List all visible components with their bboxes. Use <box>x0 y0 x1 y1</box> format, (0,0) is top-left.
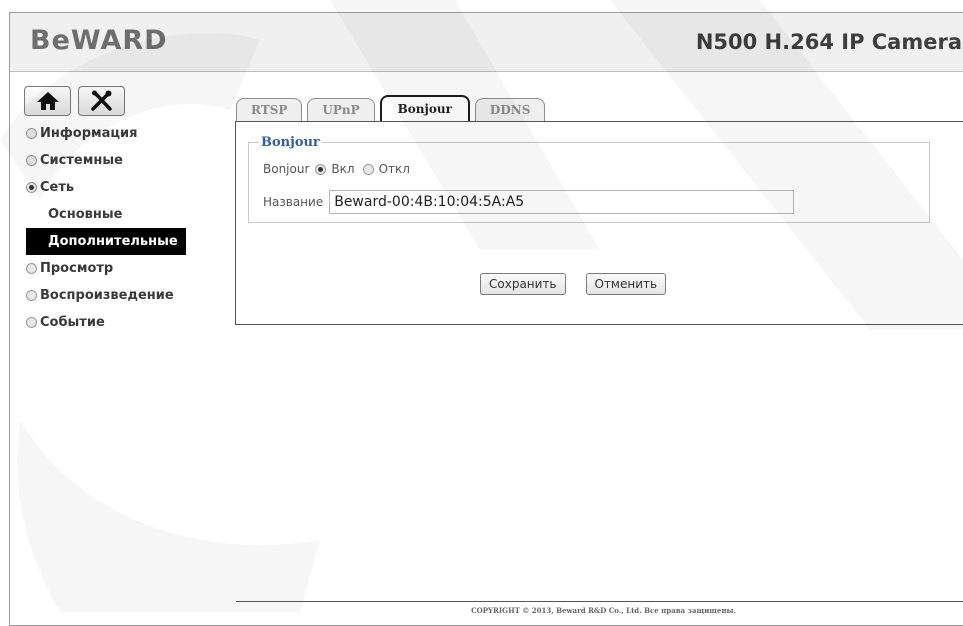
sidebar-item-info[interactable]: Информация <box>26 120 186 147</box>
sidebar-top-buttons <box>24 86 125 116</box>
radio-selected-icon[interactable] <box>315 163 327 175</box>
settings-button[interactable] <box>78 86 125 116</box>
save-button[interactable]: Сохранить <box>480 273 566 295</box>
sidebar-menu: Информация Системные Сеть Основные Допол… <box>26 120 186 336</box>
beward-logo: BeWARD <box>30 25 168 56</box>
bonjour-group: Bonjour Bonjour Вкл Откл Название <box>248 135 930 223</box>
sidebar-item-label: Просмотр <box>40 261 114 276</box>
option-off-label: Откл <box>378 162 410 176</box>
radio-icon[interactable] <box>362 163 374 175</box>
sidebar-subitem-basic[interactable]: Основные <box>26 201 186 228</box>
action-buttons: Сохранить Отменить <box>480 273 667 295</box>
radio-icon <box>26 317 37 328</box>
bonjour-toggle-row: Bonjour Вкл Откл <box>263 162 418 176</box>
tab-bar: RTSP UPnP Bonjour DDNS <box>236 95 546 121</box>
tab-bonjour[interactable]: Bonjour <box>379 95 470 121</box>
radio-icon <box>26 128 37 139</box>
sidebar-subitem-advanced[interactable]: Дополнительные <box>26 228 186 255</box>
copyright-footer: COPYRIGHT © 2013, Beward R&D Co., Ltd. В… <box>236 601 963 615</box>
sidebar-item-label: Основные <box>48 207 123 222</box>
name-label: Название <box>263 195 324 209</box>
option-on-label: Вкл <box>331 162 355 176</box>
sidebar-item-network[interactable]: Сеть <box>26 174 186 201</box>
sidebar-item-label: Воспроизведение <box>40 288 174 303</box>
app-window: BeWARD N500 H.264 IP Camera Информация С… <box>9 12 963 626</box>
sidebar-item-label: Сеть <box>40 180 75 195</box>
bonjour-label: Bonjour <box>263 162 310 176</box>
radio-icon <box>26 290 37 301</box>
radio-icon <box>26 263 37 274</box>
sidebar-item-view[interactable]: Просмотр <box>26 255 186 282</box>
sidebar: Информация Системные Сеть Основные Допол… <box>10 72 222 625</box>
settings-panel: Bonjour Bonjour Вкл Откл Название Beward… <box>235 121 963 325</box>
home-button[interactable] <box>24 86 71 116</box>
sidebar-item-event[interactable]: Событие <box>26 309 186 336</box>
bonjour-on-option[interactable]: Вкл <box>315 162 355 176</box>
bonjour-off-option[interactable]: Откл <box>362 162 410 176</box>
sidebar-item-playback[interactable]: Воспроизведение <box>26 282 186 309</box>
home-icon <box>36 92 59 110</box>
group-legend: Bonjour <box>261 135 320 150</box>
tab-upnp[interactable]: UPnP <box>307 98 375 121</box>
sidebar-item-system[interactable]: Системные <box>26 147 186 174</box>
cancel-button[interactable]: Отменить <box>585 273 667 295</box>
sidebar-item-label: Дополнительные <box>26 228 186 255</box>
sidebar-item-label: Информация <box>40 126 138 141</box>
tab-rtsp[interactable]: RTSP <box>236 98 303 121</box>
main-content: RTSP UPnP Bonjour DDNS Bonjour Bonjour В… <box>221 72 963 625</box>
tools-icon <box>90 90 112 111</box>
tab-ddns[interactable]: DDNS <box>474 98 546 121</box>
sidebar-item-label: Событие <box>40 315 105 330</box>
name-input[interactable] <box>329 190 795 214</box>
radio-icon <box>26 155 37 166</box>
name-row: Название <box>263 190 795 214</box>
header-bar: BeWARD N500 H.264 IP Camera <box>10 13 963 72</box>
radio-selected-icon <box>26 182 37 193</box>
camera-model-title: N500 H.264 IP Camera <box>695 30 962 54</box>
sidebar-item-label: Системные <box>40 153 123 168</box>
